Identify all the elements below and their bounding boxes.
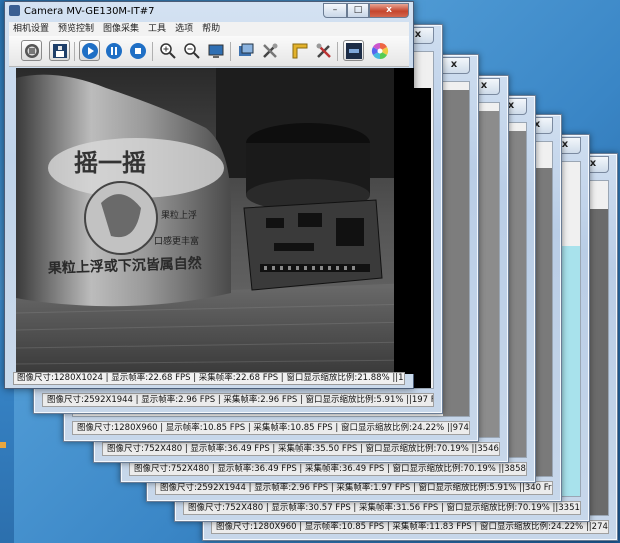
status-bar: 图像尺寸:752X480 | 显示帧率:36.49 FPS | 采集帧率:36.… <box>129 462 527 476</box>
status-bar: 图像尺寸:752X480 | 显示帧率:30.57 FPS | 采集帧率:31.… <box>183 501 581 515</box>
toolbar <box>9 36 409 67</box>
status-bar: 图像尺寸:1280X960 | 显示帧率:10.85 FPS | 采集帧率:10… <box>72 421 470 435</box>
menu-image-capture[interactable]: 图像采集 <box>99 22 144 36</box>
color-wheel-icon[interactable] <box>369 40 390 61</box>
bottle-label: 摇一摇 <box>74 149 146 177</box>
bottle-text-3: 口感更丰富 <box>154 235 199 247</box>
status-bar: 图像尺寸:2592X1944 | 显示帧率:2.96 FPS | 采集帧率:1.… <box>155 481 553 495</box>
ruler-icon[interactable] <box>289 40 310 61</box>
display-settings-icon[interactable] <box>235 40 256 61</box>
zoom-in-icon[interactable] <box>157 40 178 61</box>
camera-window-main[interactable]: Camera MV-GE130M-IT#7 – □ x 相机设置 预览控制 图像… <box>4 1 414 389</box>
status-bar: 图像尺寸:1280X1024 | 显示帧率:22.68 FPS | 采集帧率:2… <box>13 372 405 385</box>
close-button[interactable]: x <box>369 3 409 18</box>
app-icon <box>9 5 20 16</box>
menu-options[interactable]: 选项 <box>171 22 198 36</box>
config-tools-icon[interactable] <box>313 40 334 61</box>
fit-screen-icon[interactable] <box>205 40 226 61</box>
camera-settings-icon[interactable] <box>21 40 42 61</box>
status-bar: 图像尺寸:752X480 | 显示帧率:36.49 FPS | 采集帧率:35.… <box>102 442 500 456</box>
maximize-button[interactable]: □ <box>347 3 369 18</box>
snapshot-icon[interactable] <box>49 40 70 61</box>
status-bar: 图像尺寸:1280X960 | 显示帧率:10.85 FPS | 采集帧率:11… <box>211 520 609 534</box>
stop-icon[interactable] <box>127 40 148 61</box>
camera-preview-image: 摇一摇 果粒上浮 口感更丰富 果粒上浮或下沉皆属自然 <box>16 68 414 374</box>
bottle-text-2: 果粒上浮 <box>161 209 197 221</box>
menu-bar: 相机设置 预览控制 图像采集 工具 选项 帮助 <box>9 22 409 36</box>
pause-icon[interactable] <box>103 40 124 61</box>
menu-camera-settings[interactable]: 相机设置 <box>9 22 54 36</box>
desktop-marker <box>0 442 6 448</box>
menu-preview-control[interactable]: 预览控制 <box>54 22 99 36</box>
zoom-out-icon[interactable] <box>181 40 202 61</box>
window-title: Camera MV-GE130M-IT#7 <box>9 5 154 17</box>
menu-help[interactable]: 帮助 <box>198 22 225 36</box>
status-bar: 图像尺寸:2592X1944 | 显示帧率:2.96 FPS | 采集帧率:2.… <box>42 393 434 407</box>
minimize-button[interactable]: – <box>323 3 347 18</box>
menu-tools[interactable]: 工具 <box>144 22 171 36</box>
play-icon[interactable] <box>79 40 100 61</box>
auto-exposure-icon[interactable] <box>343 40 364 61</box>
tools-icon[interactable] <box>259 40 280 61</box>
